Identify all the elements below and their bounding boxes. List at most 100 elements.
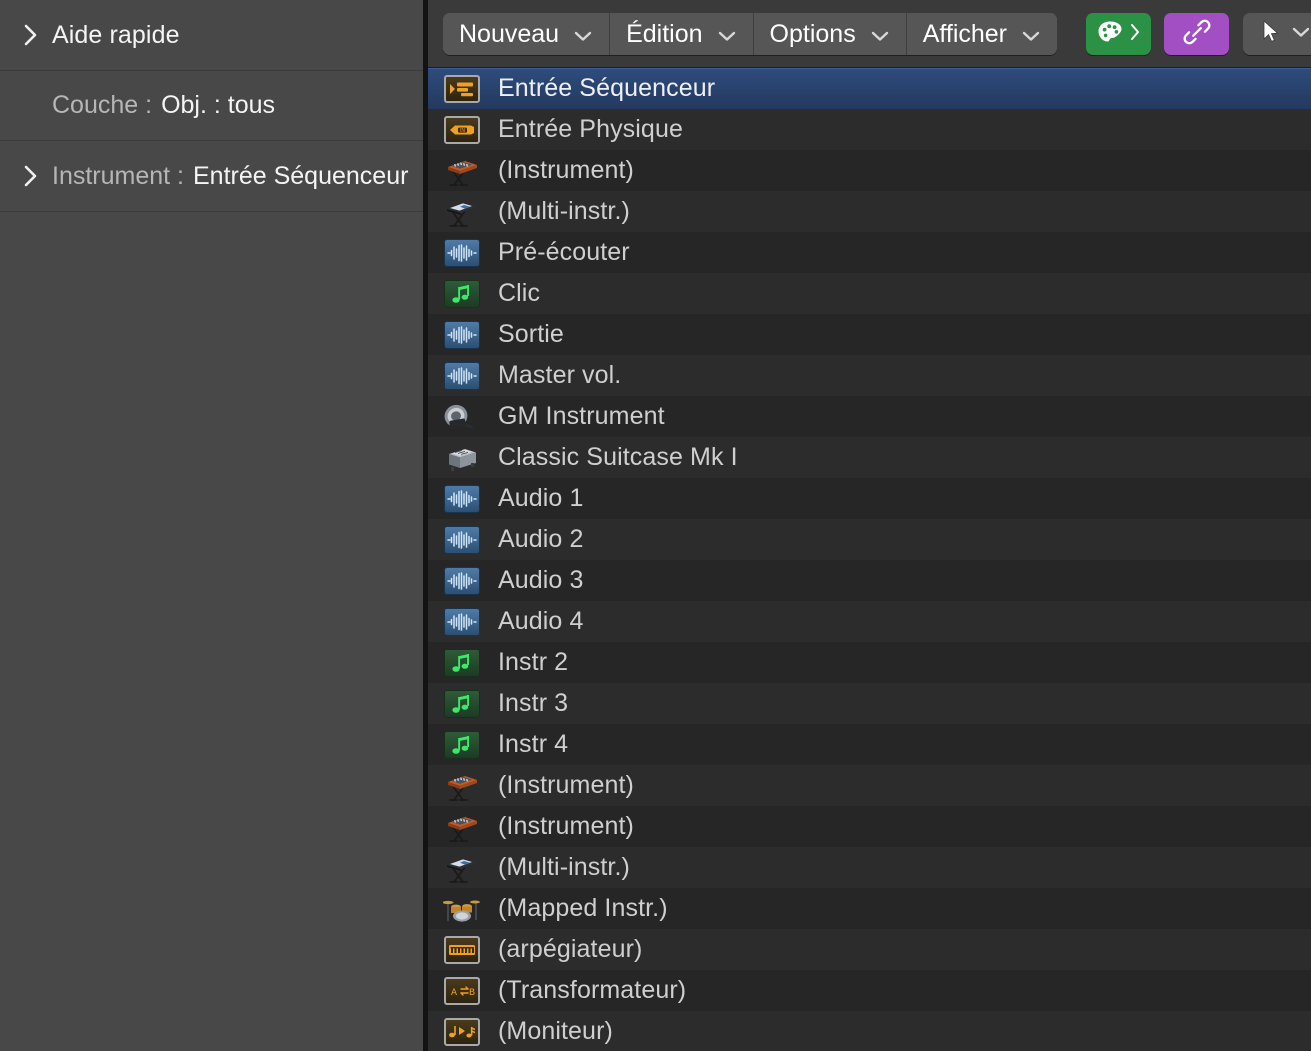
inspector-panel: Aide rapide Couche : Obj. : tous Instrum… bbox=[0, 0, 423, 1051]
list-item-label: Audio 3 bbox=[498, 566, 584, 594]
audio-waveform-icon bbox=[443, 484, 481, 514]
list-item-label: Pré-écouter bbox=[498, 238, 630, 266]
svg-text:B: B bbox=[469, 988, 475, 999]
list-item[interactable]: (arpégiateur) bbox=[428, 929, 1311, 970]
menu-afficher-label: Afficher bbox=[922, 19, 1008, 48]
object-list[interactable]: Entrée Séquenceur IN Entrée Physique (Instr… bbox=[428, 68, 1311, 1051]
list-item-label: Sortie bbox=[498, 320, 564, 348]
list-item[interactable]: (Mapped Instr.) bbox=[428, 888, 1311, 929]
environment-window: Aide rapide Couche : Obj. : tous Instrum… bbox=[0, 0, 1311, 1051]
list-item[interactable]: Audio 1 bbox=[428, 478, 1311, 519]
arpeggiator-icon bbox=[443, 935, 481, 965]
menu-options-label: Options bbox=[769, 19, 856, 48]
list-item[interactable]: (Instrument) bbox=[428, 150, 1311, 191]
music-note-icon bbox=[443, 689, 481, 719]
menu-edition-label: Édition bbox=[626, 19, 703, 48]
list-item[interactable]: IN Entrée Physique bbox=[428, 109, 1311, 150]
toolbar: Nouveau Édition Options Afficher bbox=[428, 0, 1311, 68]
music-note-icon bbox=[443, 648, 481, 678]
inspector-layer-row[interactable]: Couche : Obj. : tous bbox=[0, 71, 423, 141]
palette-icon bbox=[1097, 20, 1125, 49]
list-item-label: Clic bbox=[498, 279, 541, 307]
list-item[interactable]: A B (Transformateur) bbox=[428, 970, 1311, 1011]
multi-instrument-icon bbox=[443, 853, 481, 883]
list-item[interactable]: Instr 3 bbox=[428, 683, 1311, 724]
link-chain-icon bbox=[1182, 17, 1212, 52]
list-item-label: Audio 1 bbox=[498, 484, 584, 512]
monitor-icon bbox=[443, 1017, 481, 1047]
menu-afficher[interactable]: Afficher bbox=[906, 13, 1058, 55]
list-item-label: (Transformateur) bbox=[498, 976, 687, 1004]
chevron-right-icon[interactable] bbox=[18, 22, 44, 48]
list-item[interactable]: Audio 2 bbox=[428, 519, 1311, 560]
inspector-instrument-row[interactable]: Instrument : Entrée Séquenceur bbox=[0, 141, 423, 212]
list-item-label: (Multi-instr.) bbox=[498, 197, 630, 225]
list-item[interactable]: GM Instrument bbox=[428, 396, 1311, 437]
list-item-label: Classic Suitcase Mk I bbox=[498, 443, 738, 471]
list-item[interactable]: (Multi-instr.) bbox=[428, 191, 1311, 232]
menu-nouveau-label: Nouveau bbox=[459, 19, 560, 48]
chevron-down-icon bbox=[717, 20, 737, 49]
list-item[interactable]: Master vol. bbox=[428, 355, 1311, 396]
menu-nouveau[interactable]: Nouveau bbox=[443, 13, 611, 55]
list-item[interactable]: Clic bbox=[428, 273, 1311, 314]
svg-text:A: A bbox=[451, 988, 457, 999]
audio-waveform-icon bbox=[443, 566, 481, 596]
list-item-label: Master vol. bbox=[498, 361, 622, 389]
instrument-label: Instrument : bbox=[52, 161, 184, 190]
list-item-label: (Moniteur) bbox=[498, 1017, 613, 1045]
chevron-down-icon bbox=[573, 20, 593, 49]
speaker-icon bbox=[443, 402, 481, 432]
list-item[interactable]: Pré-écouter bbox=[428, 232, 1311, 273]
menu-button-group: Nouveau Édition Options Afficher bbox=[443, 13, 1058, 55]
list-item-label: (Instrument) bbox=[498, 771, 634, 799]
palette-button[interactable] bbox=[1086, 13, 1151, 55]
list-item-label: (Mapped Instr.) bbox=[498, 894, 668, 922]
layer-value[interactable]: Obj. : tous bbox=[161, 91, 275, 120]
list-item-label: (Instrument) bbox=[498, 812, 634, 840]
chevron-down-icon bbox=[870, 20, 890, 49]
sequencer-input-icon bbox=[443, 74, 481, 104]
list-item[interactable]: (Multi-instr.) bbox=[428, 847, 1311, 888]
list-item-label: Audio 4 bbox=[498, 607, 584, 635]
keyboard-instrument-icon bbox=[443, 812, 481, 842]
instrument-value[interactable]: Entrée Séquenceur bbox=[193, 162, 408, 191]
inspector-empty-area bbox=[0, 212, 423, 1051]
list-item-label: Entrée Séquenceur bbox=[498, 74, 716, 102]
list-item-label: Instr 2 bbox=[498, 648, 569, 676]
keyboard-instrument-icon bbox=[443, 156, 481, 186]
list-item-label: Entrée Physique bbox=[498, 115, 683, 143]
list-item[interactable]: (Instrument) bbox=[428, 806, 1311, 847]
menu-options[interactable]: Options bbox=[753, 13, 907, 55]
chevron-right-icon[interactable] bbox=[18, 163, 44, 189]
list-item[interactable]: Audio 3 bbox=[428, 560, 1311, 601]
transformer-icon: AB bbox=[443, 976, 481, 1006]
list-item-label: Audio 2 bbox=[498, 525, 584, 553]
list-item-label: (Instrument) bbox=[498, 156, 634, 184]
drum-kit-icon bbox=[443, 894, 481, 924]
audio-waveform-icon bbox=[443, 238, 481, 268]
chevron-down-icon bbox=[1291, 25, 1311, 43]
list-item[interactable]: (Moniteur) bbox=[428, 1011, 1311, 1051]
list-item[interactable]: Classic Suitcase Mk I bbox=[428, 437, 1311, 478]
list-item[interactable]: Entrée Séquenceur bbox=[428, 68, 1311, 109]
list-item[interactable]: Instr 4 bbox=[428, 724, 1311, 765]
list-item-label: Instr 3 bbox=[498, 689, 569, 717]
chevron-down-icon bbox=[1021, 20, 1041, 49]
list-item[interactable]: Audio 4 bbox=[428, 601, 1311, 642]
pointer-tool-button[interactable] bbox=[1243, 13, 1311, 55]
audio-waveform-icon bbox=[443, 525, 481, 555]
quick-help-label: Aide rapide bbox=[52, 20, 180, 49]
pointer-arrow-icon bbox=[1261, 19, 1281, 50]
link-button[interactable] bbox=[1164, 13, 1229, 55]
menu-edition[interactable]: Édition bbox=[610, 13, 754, 55]
list-item[interactable]: Sortie bbox=[428, 314, 1311, 355]
audio-waveform-icon bbox=[443, 361, 481, 391]
list-item[interactable]: (Instrument) bbox=[428, 765, 1311, 806]
multi-instrument-icon bbox=[443, 197, 481, 227]
layer-label: Couche : bbox=[52, 91, 153, 119]
list-item[interactable]: Instr 2 bbox=[428, 642, 1311, 683]
music-note-icon bbox=[443, 730, 481, 760]
audio-waveform-icon bbox=[443, 607, 481, 637]
inspector-quick-help-row[interactable]: Aide rapide bbox=[0, 0, 423, 71]
